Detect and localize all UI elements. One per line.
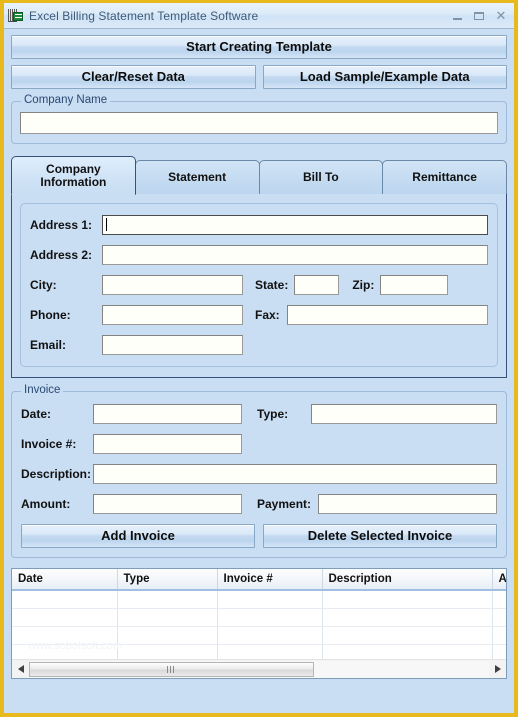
- delete-selected-invoice-button[interactable]: Delete Selected Invoice: [263, 524, 497, 548]
- bottom-spacer: [11, 679, 507, 687]
- address2-label: Address 2:: [30, 248, 93, 262]
- tab-remittance[interactable]: Remittance: [382, 160, 507, 194]
- horizontal-scrollbar[interactable]: [12, 659, 506, 678]
- invoice-table[interactable]: Date Type Invoice # Description A www.so…: [11, 568, 507, 679]
- city-input[interactable]: [102, 275, 243, 295]
- invoice-payment-input[interactable]: [318, 494, 497, 514]
- email-input[interactable]: [102, 335, 243, 355]
- invoice-date-type-row: Date: Type:: [21, 404, 497, 424]
- tab-statement[interactable]: Statement: [134, 160, 260, 194]
- phone-label: Phone:: [30, 308, 71, 322]
- minimize-button[interactable]: [446, 7, 468, 25]
- tab-panel-company-information: Address 1: Address 2: City: State: Zip: …: [11, 193, 507, 378]
- tab-company-information-line2: Information: [40, 174, 107, 189]
- invoice-type-input[interactable]: [311, 404, 497, 424]
- company-name-group: Company Name: [11, 94, 507, 144]
- invoice-payment-label: Payment:: [257, 497, 312, 511]
- state-label: State:: [255, 278, 289, 292]
- title-bar: Excel Billing Statement Template Softwar…: [4, 3, 514, 29]
- address1-label: Address 1:: [30, 218, 93, 232]
- client-area: Start Creating Template Clear/Reset Data…: [4, 29, 514, 713]
- invoice-description-input[interactable]: [93, 464, 497, 484]
- start-creating-template-button[interactable]: Start Creating Template: [11, 35, 507, 59]
- invoice-amount-input[interactable]: [93, 494, 242, 514]
- clear-reset-data-button[interactable]: Clear/Reset Data: [11, 65, 256, 89]
- invoice-date-input[interactable]: [93, 404, 242, 424]
- application-window: Excel Billing Statement Template Softwar…: [0, 0, 518, 717]
- invoice-number-input[interactable]: [93, 434, 242, 454]
- invoice-amount-label: Amount:: [21, 497, 71, 511]
- tab-statement-label: Statement: [168, 170, 227, 184]
- invoice-description-row: Description:: [21, 464, 497, 484]
- maximize-button[interactable]: [468, 7, 490, 25]
- add-invoice-button[interactable]: Add Invoice: [21, 524, 255, 548]
- invoice-amount-payment-row: Amount: Payment:: [21, 494, 497, 514]
- text-caret: [106, 218, 107, 231]
- company-name-group-title: Company Name: [21, 94, 111, 106]
- address1-row: Address 1:: [30, 215, 488, 235]
- invoice-group-title: Invoice: [21, 384, 64, 396]
- table-row[interactable]: [12, 590, 506, 609]
- scroll-left-icon[interactable]: [12, 660, 29, 678]
- email-label: Email:: [30, 338, 67, 352]
- company-information-form: Address 1: Address 2: City: State: Zip: …: [20, 203, 498, 367]
- tab-bill-to[interactable]: Bill To: [258, 160, 384, 194]
- invoice-description-label: Description:: [21, 467, 92, 481]
- company-name-input[interactable]: [20, 112, 498, 134]
- close-button[interactable]: ✕: [490, 7, 512, 25]
- tab-company-information-line1: Company: [46, 161, 101, 176]
- table-header-row: Date Type Invoice # Description A: [12, 569, 506, 591]
- column-header-type[interactable]: Type: [117, 569, 218, 591]
- tab-strip: Company Information Statement Bill To Re…: [11, 156, 507, 195]
- tab-remittance-label: Remittance: [412, 170, 477, 184]
- invoice-button-row: Add Invoice Delete Selected Invoice: [21, 524, 497, 548]
- phone-fax-row: Phone: Fax:: [30, 305, 488, 325]
- tab-bill-to-label: Bill To: [302, 170, 339, 184]
- address1-input[interactable]: [102, 215, 488, 235]
- column-header-amount[interactable]: A: [492, 569, 506, 591]
- city-state-zip-row: City: State: Zip:: [30, 275, 488, 295]
- address2-row: Address 2:: [30, 245, 488, 265]
- tab-company-information[interactable]: Company Information: [11, 156, 136, 195]
- column-header-date[interactable]: Date: [12, 569, 118, 591]
- toolbar-button-row: Clear/Reset Data Load Sample/Example Dat…: [11, 65, 507, 89]
- invoice-group: Invoice Date: Type: Invoice #: Descripti…: [11, 384, 507, 558]
- invoice-type-label: Type:: [257, 407, 289, 421]
- address2-input[interactable]: [102, 245, 488, 265]
- zip-input[interactable]: [380, 275, 449, 295]
- scroll-right-icon[interactable]: [489, 660, 506, 678]
- invoice-number-label: Invoice #:: [21, 437, 77, 451]
- fax-input[interactable]: [286, 305, 488, 325]
- city-label: City:: [30, 278, 57, 292]
- scrollbar-thumb[interactable]: [29, 661, 314, 677]
- column-header-description[interactable]: Description: [322, 569, 493, 591]
- app-icon: [8, 8, 24, 23]
- scrollbar-track[interactable]: [29, 660, 489, 678]
- email-row: Email:: [30, 335, 488, 355]
- table-row[interactable]: [12, 626, 506, 645]
- phone-input[interactable]: [102, 305, 243, 325]
- invoice-number-row: Invoice #:: [21, 434, 497, 454]
- fax-label: Fax:: [255, 308, 280, 322]
- tab-container: Company Information Statement Bill To Re…: [11, 156, 507, 378]
- table-row[interactable]: [12, 608, 506, 627]
- window-title: Excel Billing Statement Template Softwar…: [29, 8, 259, 23]
- invoice-date-label: Date:: [21, 407, 52, 421]
- state-input[interactable]: [294, 275, 340, 295]
- zip-label: Zip:: [352, 278, 375, 292]
- column-header-invoice-number[interactable]: Invoice #: [217, 569, 323, 591]
- load-sample-data-button[interactable]: Load Sample/Example Data: [262, 65, 507, 89]
